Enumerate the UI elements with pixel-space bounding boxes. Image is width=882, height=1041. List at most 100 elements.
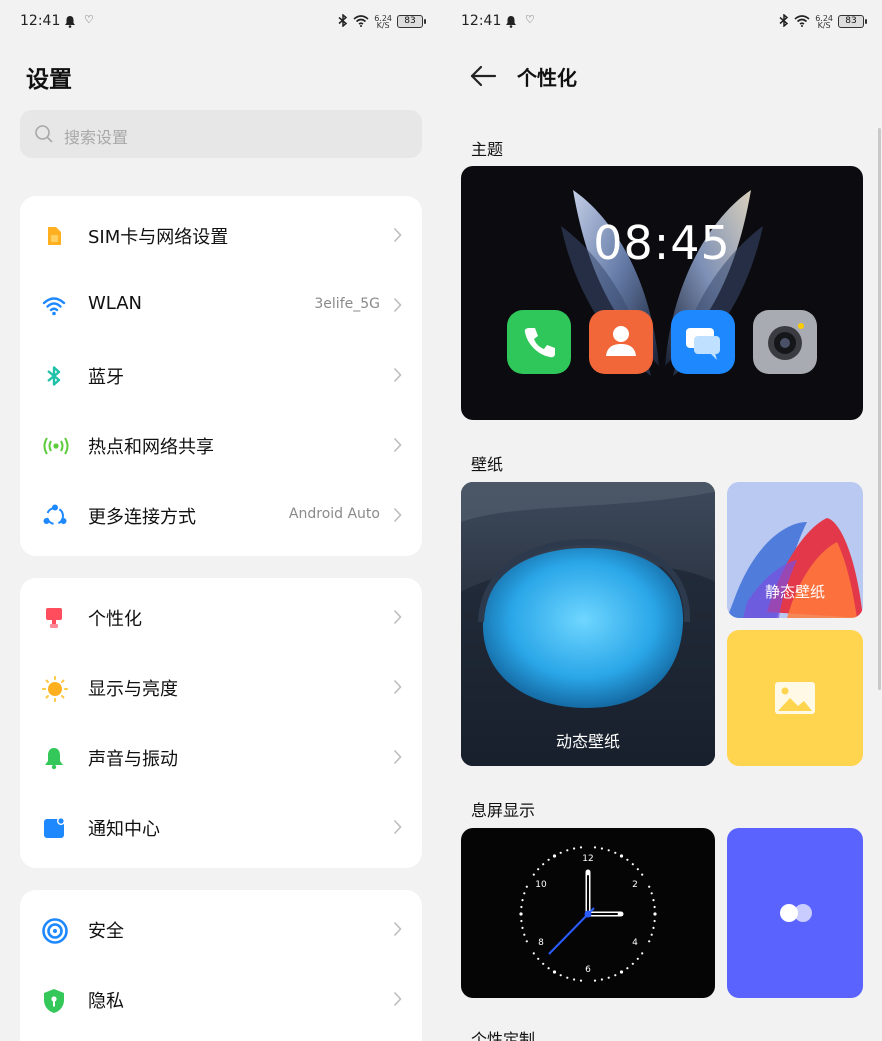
settings-item-label: 声音与振动: [88, 749, 178, 770]
clock-tick: [593, 846, 597, 849]
settings-item-label: 安全: [88, 921, 124, 942]
theme-preview-card[interactable]: 08:45: [461, 166, 863, 420]
security-icon: [42, 918, 68, 944]
chevron-right-icon: [393, 991, 402, 1011]
settings-item-security[interactable]: 安全: [20, 895, 422, 965]
page-title: 个性化: [517, 66, 577, 90]
chevron-right-icon: [393, 367, 402, 387]
clock-tick: [542, 863, 545, 866]
chevron-right-icon: [393, 227, 402, 247]
clock-tick: [523, 892, 526, 895]
section-title-custom: 个性定制: [471, 1030, 536, 1041]
display-group: 个性化 显示与亮度 声音与振动 通知中心: [20, 578, 422, 868]
settings-item-more-connections[interactable]: 更多连接方式 Android Auto: [20, 481, 422, 551]
clock-tick: [579, 846, 583, 849]
scrollbar[interactable]: [878, 128, 881, 690]
clock-tick: [519, 912, 523, 916]
settings-item-wlan[interactable]: WLAN 3elife_5G: [20, 271, 422, 341]
settings-item-privacy[interactable]: 隐私: [20, 965, 422, 1035]
chevron-right-icon: [393, 609, 402, 629]
clock-tick: [532, 873, 535, 876]
clock-tick: [525, 940, 528, 943]
clock-tick: [552, 854, 557, 858]
clock-tick: [607, 849, 610, 852]
messages-app-icon: [671, 310, 735, 374]
aod-clock-card[interactable]: 12 2 4 6 8 10: [461, 828, 715, 998]
settings-item-label: 隐私: [88, 991, 124, 1012]
clock-tick: [614, 851, 617, 854]
section-title-theme: 主题: [471, 140, 504, 159]
clock-tick: [573, 847, 576, 850]
image-icon: [775, 682, 815, 714]
clock-number-4: 4: [632, 938, 638, 948]
network-speed: 6.24 K/S: [374, 14, 392, 29]
clock-tick: [653, 905, 656, 909]
clock-tick: [652, 926, 655, 929]
clock-tick: [600, 847, 603, 850]
clock-tick: [520, 905, 523, 909]
clock-tick: [552, 970, 557, 974]
chevron-right-icon: [393, 921, 402, 941]
clock-tick: [641, 873, 644, 876]
aod-dots-icon: [780, 904, 812, 922]
clock-tick: [547, 858, 550, 861]
chevron-right-icon: [393, 297, 402, 317]
heart-icon: ♡: [84, 13, 94, 26]
status-time: 12:41: [20, 13, 61, 29]
search-icon: [34, 124, 54, 148]
theme-wings-art: [561, 190, 763, 376]
settings-item-value: 3elife_5G: [314, 296, 380, 312]
settings-item-label: 通知中心: [88, 819, 160, 840]
settings-pane: 12:41 ♡ 6.24 K/S 83 设置 搜索设置 SIM卡与网络设置 WL…: [0, 0, 441, 1041]
sun-icon: [42, 676, 68, 702]
clock-number-6: 6: [585, 965, 591, 975]
settings-item-label: 蓝牙: [88, 367, 124, 388]
settings-item-label: 更多连接方式: [88, 507, 196, 528]
settings-item-sound[interactable]: 声音与振动: [20, 723, 422, 793]
theme-app-icons: [507, 310, 817, 374]
chevron-right-icon: [393, 507, 402, 527]
phone-app-icon: [507, 310, 571, 374]
clock-tick: [573, 978, 576, 981]
bell-icon: [42, 746, 66, 770]
clock-number-12: 12: [582, 854, 593, 864]
chevron-right-icon: [393, 749, 402, 769]
clock-tick: [641, 952, 644, 955]
aod-style-card[interactable]: [727, 828, 863, 998]
settings-item-sim[interactable]: SIM卡与网络设置: [20, 201, 422, 271]
settings-item-personalize[interactable]: 个性化: [20, 583, 422, 653]
settings-item-display[interactable]: 显示与亮度: [20, 653, 422, 723]
clock-tick: [648, 885, 651, 888]
personalize-pane: 12:41 ♡ 6.24 K/S 83 个性化 主题 08:45 壁纸 动态壁纸…: [441, 0, 882, 1041]
static-wallpaper-card[interactable]: 静态壁纸: [727, 482, 863, 618]
back-arrow-icon[interactable]: [469, 64, 497, 92]
hotspot-icon: [42, 434, 69, 458]
settings-item-label: 热点和网络共享: [88, 437, 214, 458]
clock-number-2: 2: [632, 880, 638, 890]
wifi-status-icon: [794, 12, 810, 31]
search-placeholder: 搜索设置: [64, 128, 129, 147]
clock-tick: [525, 885, 528, 888]
speed-unit: K/S: [817, 20, 831, 30]
clock-tick: [652, 899, 655, 902]
settings-item-notification[interactable]: 通知中心: [20, 793, 422, 863]
battery-indicator: 83: [838, 15, 867, 28]
gallery-wallpaper-card[interactable]: [727, 630, 863, 766]
status-time: 12:41: [461, 13, 502, 29]
settings-item-hotspot[interactable]: 热点和网络共享: [20, 411, 422, 481]
clock-tick: [520, 919, 523, 923]
clock-tick: [648, 940, 651, 943]
settings-item-label: SIM卡与网络设置: [88, 227, 229, 248]
search-input[interactable]: 搜索设置: [20, 110, 422, 158]
live-wallpaper-card[interactable]: 动态壁纸: [461, 482, 715, 766]
bluetooth-status-icon: [338, 12, 348, 31]
clock-number-8: 8: [538, 938, 544, 948]
bluetooth-status-icon: [779, 12, 789, 31]
clock-tick: [653, 912, 657, 916]
settings-item-bluetooth[interactable]: 蓝牙: [20, 341, 422, 411]
clock-tick: [614, 974, 617, 977]
clock-tick: [600, 978, 603, 981]
notification-bell-icon: [64, 13, 76, 32]
notification-bell-icon: [505, 13, 517, 32]
status-right: 6.24 K/S 83: [779, 12, 867, 31]
